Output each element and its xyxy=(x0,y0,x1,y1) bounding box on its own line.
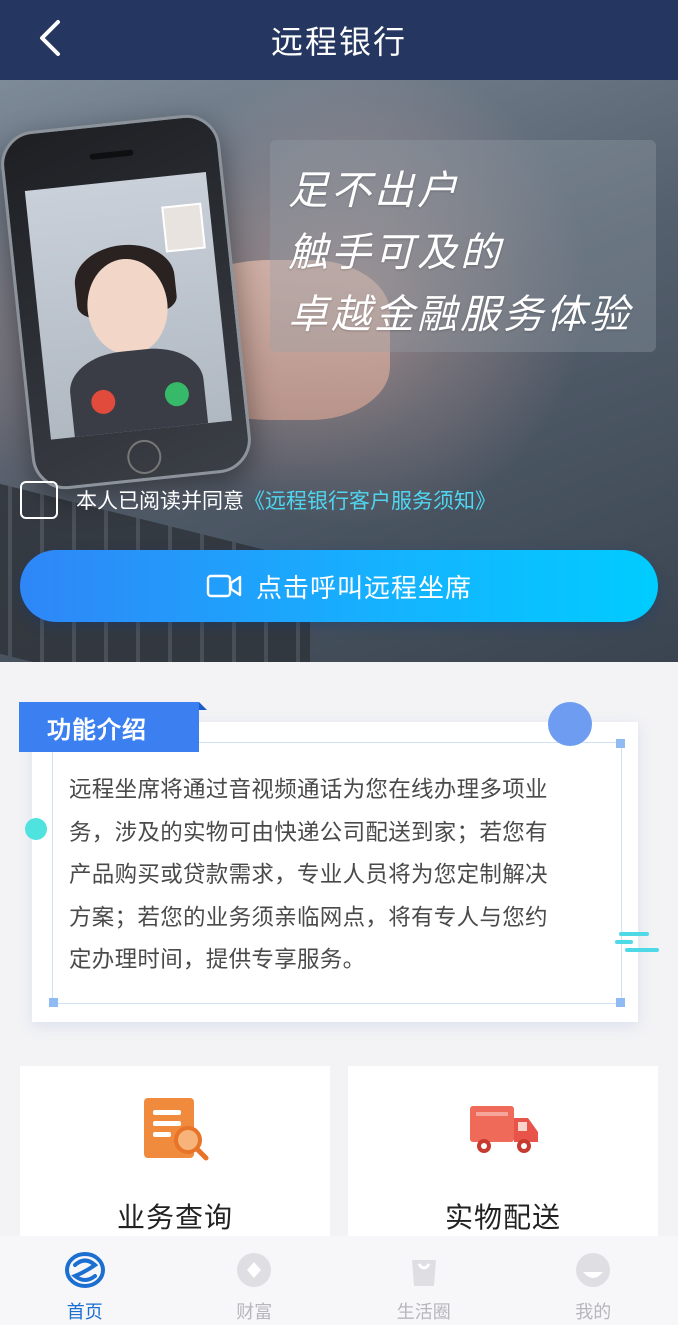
service-label: 业务查询 xyxy=(116,1201,233,1234)
tab-label: 财富 xyxy=(236,1302,273,1323)
wealth-icon xyxy=(237,1253,272,1287)
service-tile-query[interactable]: 业务查询 xyxy=(20,1066,330,1236)
app-header: 远程银行 xyxy=(0,0,678,80)
frame-corner xyxy=(616,998,625,1007)
decorative-dot xyxy=(25,818,47,840)
frame-corner xyxy=(616,739,625,748)
bank-logo-icon xyxy=(64,1252,105,1288)
service-label: 实物配送 xyxy=(444,1201,561,1234)
intro-line: 务，涉及的实物可由快递公司配送到家；若您有 xyxy=(69,819,548,846)
intro-line: 定办理时间，提供专享服务。 xyxy=(69,947,366,973)
agreement-row: 本人已阅读并同意 《远程银行客户服务须知》 xyxy=(20,480,496,520)
phone-speaker xyxy=(89,149,134,160)
document-search-icon xyxy=(144,1098,209,1161)
slogan-box: 足不出户 触手可及的 卓越金融服务体验 xyxy=(270,140,656,352)
hero-banner: 足不出户 触手可及的 卓越金融服务体验 本人已阅读并同意 《远程银行客户服务须知… xyxy=(0,80,678,662)
intro-line: 远程坐席将通过音视频通话为您在线办理多项业 xyxy=(69,777,548,803)
service-tile-delivery[interactable]: 实物配送 xyxy=(348,1066,658,1236)
agreement-checkbox[interactable] xyxy=(20,481,58,519)
section-tag: 功能介绍 xyxy=(19,702,207,752)
intro-line: 产品购买或贷款需求，专业人员将为您定制解决 xyxy=(69,862,548,888)
tab-label: 生活圈 xyxy=(396,1302,451,1323)
frame-corner xyxy=(49,998,58,1007)
bottom-tab-bar: 首页 财富 生活圈 我的 xyxy=(0,1236,678,1325)
intro-description: 远程坐席将通过音视频通话为您在线办理多项业 务，涉及的实物可由快递公司配送到家；… xyxy=(69,769,615,982)
pip-window xyxy=(161,202,206,253)
call-agent-button[interactable]: 点击呼叫远程坐席 xyxy=(20,550,658,622)
slogan-line-1: 足不出户 xyxy=(288,168,460,214)
chevron-left-icon[interactable] xyxy=(32,18,72,58)
call-agent-label: 点击呼叫远程坐席 xyxy=(255,573,472,604)
intro-frame: 远程坐席将通过音视频通话为您在线办理多项业 务，涉及的实物可由快递公司配送到家；… xyxy=(49,739,625,1007)
tab-mine[interactable]: 我的 xyxy=(509,1236,678,1325)
tab-wealth[interactable]: 财富 xyxy=(170,1236,340,1325)
slogan-line-2: 触手可及的 xyxy=(288,230,503,276)
agreement-link[interactable]: 《远程银行客户服务须知》 xyxy=(244,485,496,515)
phone-illustration xyxy=(0,111,255,493)
phone-screen xyxy=(24,171,232,440)
intro-line: 方案；若您的业务须亲临网点，将有专人与您约 xyxy=(69,904,548,931)
decorative-lines xyxy=(615,930,659,954)
intro-card: 远程坐席将通过音视频通话为您在线办理多项业 务，涉及的实物可由快递公司配送到家；… xyxy=(32,722,638,1022)
tab-home[interactable]: 首页 xyxy=(0,1236,170,1325)
video-camera-icon xyxy=(206,574,242,598)
tab-life-circle[interactable]: 生活圈 xyxy=(339,1236,509,1325)
slogan-line-3: 卓越金融服务体验 xyxy=(288,292,632,338)
profile-icon xyxy=(576,1253,611,1287)
decorative-circle xyxy=(548,702,592,746)
delivery-truck-icon xyxy=(470,1106,538,1153)
shopping-bag-icon xyxy=(411,1260,436,1286)
tab-label: 首页 xyxy=(66,1302,103,1323)
page-title: 远程银行 xyxy=(270,23,407,61)
agreement-text: 本人已阅读并同意 xyxy=(76,489,244,513)
tab-label: 我的 xyxy=(575,1302,612,1323)
phone-home-button xyxy=(125,438,163,476)
